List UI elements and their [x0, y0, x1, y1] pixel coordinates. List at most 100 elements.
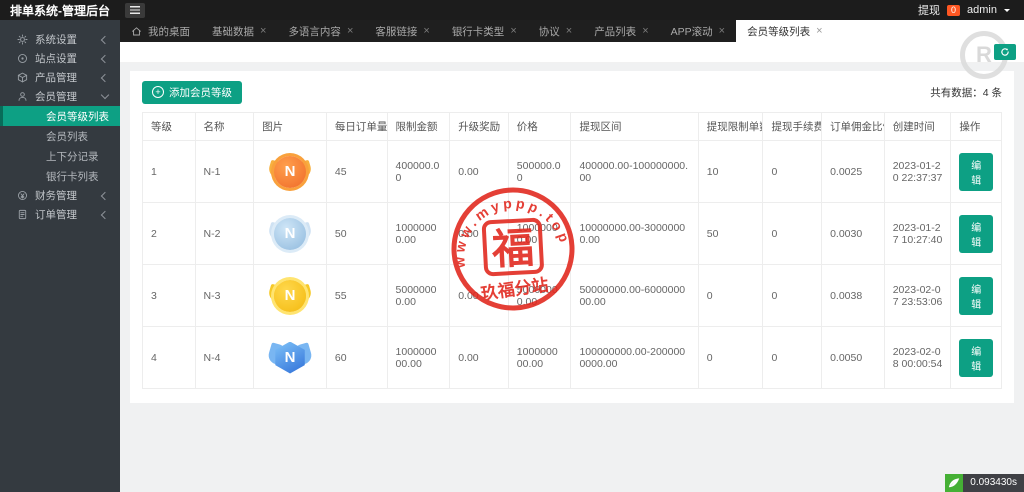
cell-image: N: [254, 327, 327, 389]
sidebar-item[interactable]: 系统设置: [0, 30, 120, 49]
cell-limit-amount: 10000000.00: [387, 203, 450, 265]
cell-name: N-3: [195, 265, 254, 327]
chevron-left-icon: [101, 210, 109, 218]
tab-label: 多语言内容: [288, 24, 341, 39]
sidebar-subitem[interactable]: 会员列表: [0, 126, 120, 146]
sidebar-item-label: 会员管理: [35, 89, 95, 104]
top-bar: 排单系统-管理后台 提现 0 admin: [0, 0, 1024, 20]
cell-level: 4: [143, 327, 196, 389]
cell-value: 55: [335, 290, 347, 302]
home-icon: [131, 26, 142, 37]
cell-action: 编辑: [951, 265, 1002, 327]
column-header: 创建时间: [884, 113, 951, 141]
cell-value: 0: [707, 352, 713, 364]
product-icon: [17, 72, 28, 83]
table-row: 1N-1N45400000.000.00500000.00400000.00-1…: [143, 141, 1002, 203]
coin-letter: N: [285, 287, 296, 304]
tab-close-icon[interactable]: ×: [816, 26, 822, 37]
coin-letter: N: [285, 225, 296, 242]
sidebar-item[interactable]: 财务管理: [0, 186, 120, 205]
add-member-level-button[interactable]: + 添加会员等级: [142, 81, 242, 104]
sidebar-nav: 系统设置站点设置产品管理会员管理会员等级列表会员列表上下分记录银行卡列表财务管理…: [0, 30, 120, 224]
sidebar-subitem[interactable]: 上下分记录: [0, 146, 120, 166]
tab-close-icon[interactable]: ×: [642, 26, 648, 37]
tab[interactable]: 基础数据×: [201, 20, 277, 42]
cell-value: 50000000.00-600000000.00: [579, 284, 685, 308]
member-level-card: + 添加会员等级 共有数据：4 条 等级名称图片每日订单量限制金额升级奖励价格提…: [130, 71, 1014, 403]
sidebar-item[interactable]: 产品管理: [0, 68, 120, 87]
cell-withdraw-limit-count: 0: [698, 265, 763, 327]
cell-value: 1: [151, 166, 157, 178]
cell-value: 50000000.00: [396, 284, 437, 308]
gold-coin-wings-icon: N: [269, 275, 311, 317]
finance-icon: [17, 190, 28, 201]
cell-value: 400000.00: [396, 160, 440, 184]
cell-price: 10000000.00: [508, 203, 571, 265]
cell-withdraw-range: 400000.00-100000000.00: [571, 141, 698, 203]
record-count: 共有数据：4 条: [930, 85, 1002, 100]
sidebar-item[interactable]: 站点设置: [0, 49, 120, 68]
edit-button[interactable]: 编辑: [959, 215, 993, 253]
blue-gem-wings-icon: N: [269, 337, 311, 379]
tab[interactable]: 我的桌面: [120, 20, 201, 42]
cell-value: N-2: [204, 228, 221, 240]
tab-close-icon[interactable]: ×: [566, 26, 572, 37]
cell-price: 100000000.00: [508, 327, 571, 389]
refresh-button[interactable]: [994, 44, 1016, 60]
tab[interactable]: 协议×: [528, 20, 583, 42]
edit-button[interactable]: 编辑: [959, 277, 993, 315]
cell-value: 0.00: [458, 166, 478, 178]
cell-price: 500000.00: [508, 141, 571, 203]
sidebar-item[interactable]: 会员管理: [0, 87, 120, 106]
column-header: 提现限制单数: [698, 113, 763, 141]
hamburger-menu-button[interactable]: [125, 3, 145, 18]
user-menu[interactable]: admin: [967, 4, 997, 16]
tab[interactable]: 会员等级列表×: [736, 20, 833, 42]
cell-withdraw-range: 10000000.00-30000000.00: [571, 203, 698, 265]
cell-action: 编辑: [951, 327, 1002, 389]
edit-button[interactable]: 编辑: [959, 339, 993, 377]
column-header: 订单佣金比例: [822, 113, 885, 141]
sidebar-subitem[interactable]: 会员等级列表: [0, 106, 120, 126]
cell-withdraw-range: 50000000.00-600000000.00: [571, 265, 698, 327]
tab-label: APP滚动: [671, 24, 713, 39]
cell-action: 编辑: [951, 203, 1002, 265]
tab-label: 银行卡类型: [452, 24, 505, 39]
tab-close-icon[interactable]: ×: [719, 26, 725, 37]
sidebar-item[interactable]: 订单管理: [0, 205, 120, 224]
tab[interactable]: 银行卡类型 ×: [441, 20, 528, 42]
cell-value: 0: [707, 290, 713, 302]
sidebar-subitem[interactable]: 银行卡列表: [0, 166, 120, 186]
cell-withdraw-fee-rate: 0: [763, 327, 822, 389]
debug-toolbar[interactable]: 0.093430s: [945, 474, 1024, 492]
tab-close-icon[interactable]: ×: [347, 26, 353, 37]
edit-button[interactable]: 编辑: [959, 153, 993, 191]
page-content: + 添加会员等级 共有数据：4 条 等级名称图片每日订单量限制金额升级奖励价格提…: [120, 63, 1024, 492]
tab[interactable]: 产品列表×: [583, 20, 659, 42]
cell-value: 60: [335, 352, 347, 364]
tab[interactable]: 客服链接×: [364, 20, 440, 42]
tab-close-icon[interactable]: ×: [423, 26, 429, 37]
gold-coin-icon: N: [269, 151, 311, 193]
ghost-logo-letter: R: [976, 42, 992, 68]
cell-value: 2023-02-07 23:53:06: [893, 284, 943, 308]
cell-upgrade-reward: 0.00: [450, 327, 509, 389]
tab[interactable]: APP滚动 ×: [660, 20, 736, 42]
tab[interactable]: 多语言内容 ×: [277, 20, 364, 42]
card-header: + 添加会员等级 共有数据：4 条: [142, 80, 1002, 104]
cell-limit-amount: 50000000.00: [387, 265, 450, 327]
sidebar-item-label: 系统设置: [35, 32, 95, 47]
chevron-left-icon: [101, 35, 109, 43]
cell-value: 0.0050: [830, 352, 862, 364]
add-member-level-label: 添加会员等级: [169, 85, 232, 100]
cell-image: N: [254, 203, 327, 265]
cell-action: 编辑: [951, 141, 1002, 203]
order-icon: [17, 209, 28, 220]
tab-close-icon[interactable]: ×: [260, 26, 266, 37]
tab-label: 我的桌面: [148, 24, 190, 39]
coin-letter: N: [285, 163, 296, 180]
cell-upgrade-reward: 0.00: [450, 203, 509, 265]
withdraw-link[interactable]: 提现: [918, 2, 940, 18]
tab-close-icon[interactable]: ×: [510, 26, 516, 37]
plus-icon: +: [152, 86, 164, 98]
